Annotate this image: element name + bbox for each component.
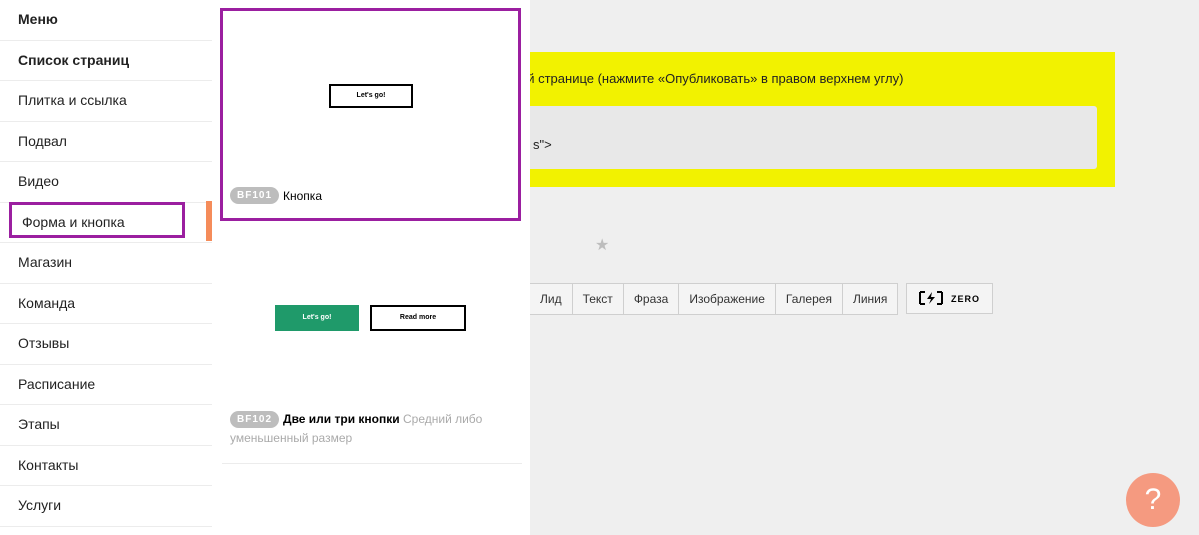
preview-secondary-button: Read more [370,305,466,331]
block-card-caption: BF101 Кнопка [230,187,322,204]
toolbar-line[interactable]: Линия [841,284,897,314]
star-icon[interactable]: ★ [595,235,609,255]
block-category-sidebar: Меню Список страниц Плитка и ссылка Подв… [0,0,212,535]
toolbar-image[interactable]: Изображение [678,284,775,314]
sidebar-item-video[interactable]: Видео [0,162,212,203]
preview-primary-button: Let's go! [275,305,359,331]
sidebar-item-reviews[interactable]: Отзывы [0,324,212,365]
toolbar-text[interactable]: Текст [571,284,623,314]
toolbar-gallery[interactable]: Галерея [774,284,842,314]
help-button[interactable]: ? [1126,473,1180,527]
zero-block-button[interactable]: ZERO [906,283,993,314]
preview-button: Let's go! [329,84,413,108]
sidebar-item-steps[interactable]: Этапы [0,405,212,446]
sidebar-item-shop[interactable]: Магазин [0,243,212,284]
block-type-toolbar: Лид Текст Фраза Изображение Галерея Лини… [520,283,899,315]
sidebar-item-menu[interactable]: Меню [0,0,212,41]
sidebar-item-services[interactable]: Услуги [0,486,212,527]
embed-code-box[interactable] [500,106,1097,169]
sidebar-item-team[interactable]: Команда [0,284,212,324]
sidebar-item-tiles[interactable]: Плитка и ссылка [0,81,212,122]
active-category-highlight [9,202,185,238]
sidebar-item-footer[interactable]: Подвал [0,122,212,162]
block-card-bf102[interactable]: BF102 Две или три кнопки Средний либо уме… [230,410,515,448]
toolbar-phrase[interactable]: Фраза [622,284,679,314]
block-code-badge: BF101 [230,187,280,204]
embed-code-text: s"> [533,137,552,152]
zero-label: ZERO [950,293,980,304]
sidebar-item-contacts[interactable]: Контакты [0,446,212,486]
block-title: Кнопка [283,188,322,203]
block-title: Две или три кнопки [283,412,400,426]
sidebar-item-page-list[interactable]: Список страниц [0,41,212,81]
card-divider [222,463,522,464]
zero-icon [918,290,943,307]
sidebar-item-schedule[interactable]: Расписание [0,365,212,405]
block-code-badge: BF102 [230,411,280,429]
publish-notice-text: ой странице (нажмите «Опубликовать» в пр… [520,71,904,86]
